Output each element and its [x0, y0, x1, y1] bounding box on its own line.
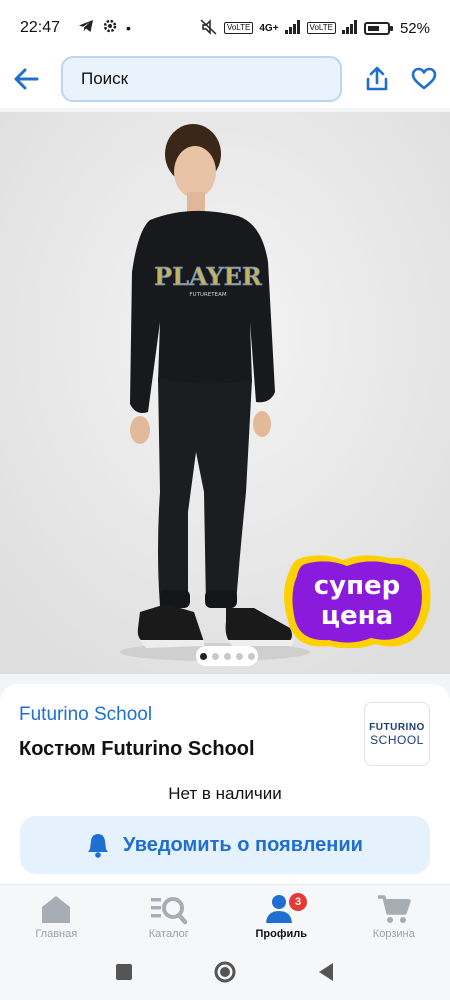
share-icon	[366, 66, 388, 91]
circle-icon	[214, 961, 236, 982]
telegram-icon	[78, 18, 94, 39]
gallery-dot[interactable]	[247, 652, 255, 660]
gallery-dot[interactable]	[211, 652, 219, 660]
promo-line1: супер	[314, 571, 401, 601]
brand-link[interactable]: Futurino School	[19, 704, 152, 726]
brand-logo-line2: SCHOOL	[370, 732, 424, 747]
nav-item-catalog[interactable]: Каталог	[113, 885, 226, 948]
nav-label-home: Главная	[35, 928, 78, 940]
volte-badge: VoLTE	[223, 22, 254, 34]
brand-logo[interactable]: FUTURINO SCHOOL	[364, 702, 430, 766]
triangle-back-icon	[319, 962, 333, 981]
nav-label-catalog: Каталог	[148, 928, 189, 940]
product-info: Futurino School Костюм Futurino School F…	[0, 684, 450, 772]
back-system-button[interactable]	[317, 962, 335, 987]
nav-label-profile: Профиль	[255, 928, 307, 940]
bell-icon	[88, 834, 109, 858]
bottom-navigation: Главная Каталог 3 Профиль Корзина	[0, 884, 450, 948]
mute-icon	[200, 18, 218, 38]
cart-icon	[377, 895, 411, 923]
network-type: 4G+	[259, 22, 279, 34]
profile-badge: 3	[289, 893, 307, 911]
search-placeholder: Поиск	[81, 69, 129, 88]
status-time: 22:47	[20, 19, 61, 36]
battery-percent: 52%	[399, 19, 430, 37]
square-icon	[116, 963, 132, 980]
availability-section: Нет в наличии Уведомить о появлении	[0, 772, 450, 884]
super-price-badge: супер цена	[284, 555, 431, 648]
gallery-dot[interactable]	[223, 652, 231, 660]
heart-icon	[411, 67, 437, 90]
home-button[interactable]	[213, 960, 237, 989]
promo-line2: цена	[321, 601, 393, 631]
nav-item-cart[interactable]: Корзина	[338, 885, 450, 948]
top-bar: Поиск	[0, 56, 450, 108]
recents-button[interactable]	[115, 963, 133, 986]
home-icon	[42, 896, 71, 923]
product-image-gallery[interactable]: PLAYER FUTURETEAM супер цена	[0, 112, 450, 674]
product-title: Костюм Futurino School	[19, 738, 255, 760]
catalog-search-icon	[150, 897, 187, 925]
brand-logo-line1: FUTURINO	[369, 721, 425, 733]
system-navigation	[0, 948, 450, 1000]
gallery-dot[interactable]	[235, 652, 243, 660]
notify-label: Уведомить о появлении	[123, 833, 363, 856]
notify-button[interactable]: Уведомить о появлении	[20, 816, 430, 874]
gallery-dot[interactable]	[199, 652, 207, 660]
back-arrow-icon	[14, 68, 39, 90]
dots-icon: •	[126, 20, 132, 36]
nav-label-cart: Корзина	[372, 928, 415, 940]
status-bar: 22:47 • VoLTE 4G+ VoLTE 52%	[0, 0, 450, 56]
gallery-pagination[interactable]	[196, 646, 258, 666]
svg-text:FUTURETEAM: FUTURETEAM	[189, 292, 226, 298]
nav-item-home[interactable]: Главная	[0, 885, 113, 948]
gear-icon	[102, 18, 118, 39]
search-input[interactable]: Поиск	[61, 56, 342, 102]
volte-badge-2: VoLTE	[306, 22, 336, 34]
signal-icon-2	[341, 19, 358, 37]
availability-text: Нет в наличии	[168, 784, 282, 803]
back-button[interactable]	[0, 53, 52, 105]
signal-icon	[284, 19, 301, 37]
nav-item-profile[interactable]: 3 Профиль	[225, 885, 338, 948]
battery-icon	[363, 21, 393, 35]
share-button[interactable]	[360, 62, 394, 96]
print-text: PLAYER	[154, 262, 263, 291]
favorite-button[interactable]	[407, 62, 441, 96]
